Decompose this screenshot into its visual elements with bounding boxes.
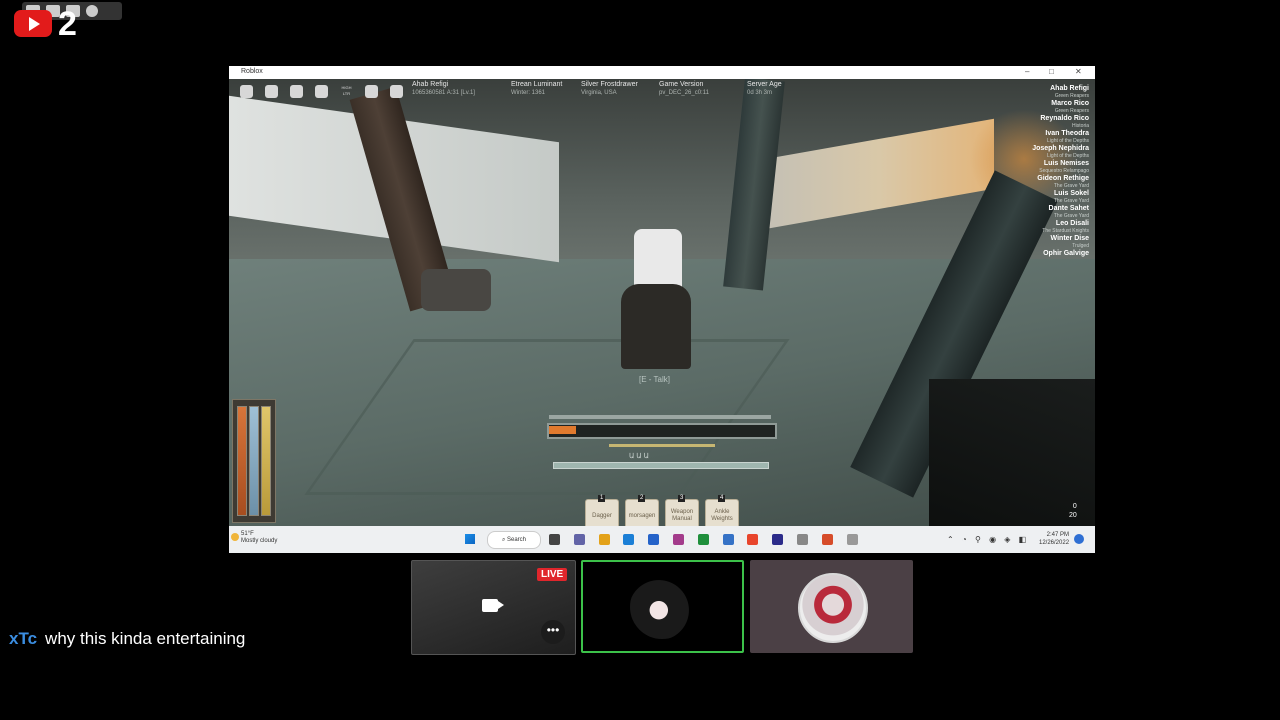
more-options-button[interactable]: •••	[541, 620, 565, 644]
stamina-bar	[553, 462, 769, 469]
taskbar-app-icon[interactable]	[623, 534, 635, 545]
player-list-entry[interactable]: Joseph Nephidra Light of the Depths	[989, 145, 1089, 159]
chat-message: xTc why this kinda entertaining	[9, 629, 245, 649]
roblox-menu-icon[interactable]	[240, 85, 253, 98]
scroll-icon[interactable]	[365, 85, 378, 98]
hud-info-server-age: Server Age 0d 3h 3m	[747, 81, 782, 96]
live-badge: LIVE	[537, 568, 568, 581]
chat-text: why this kinda entertaining	[45, 629, 246, 648]
taskbar-app-icon[interactable]	[747, 534, 759, 545]
pillar-base	[421, 269, 491, 311]
weather-widget[interactable]: 51°F Mostly cloudy	[241, 531, 277, 545]
health-bar	[237, 406, 247, 516]
posture-bar	[549, 415, 771, 419]
hotbar-slot-4[interactable]: 4 Ankle Weights	[705, 495, 739, 526]
high-ltr-icon[interactable]: HIGH LTR	[340, 85, 353, 98]
taskbar-app-icon[interactable]	[722, 534, 734, 545]
game-viewport[interactable]: [E - Talk] HIGH LTR Ahab Refigi 10653605…	[229, 79, 1095, 526]
notification-icon[interactable]	[1074, 534, 1084, 544]
stat-readout: 0 20	[1069, 503, 1077, 519]
player-character	[621, 284, 691, 369]
taskbar-clock[interactable]: 2:47 PM 12/26/2022	[1039, 531, 1069, 547]
taskbar-app-icon[interactable]	[772, 534, 784, 545]
chat-author: xTc	[9, 629, 38, 648]
hotbar-slot-1[interactable]: 1 Dagger	[585, 495, 619, 526]
ether-bar	[249, 406, 259, 516]
hud-info-character: Ahab Refigi 1065360581 A:31 [Lv.1]	[412, 81, 475, 96]
taskbar-app-icon[interactable]	[648, 534, 660, 545]
tempo-bar	[609, 444, 715, 447]
taskbar-search[interactable]: ⌕ Search	[487, 531, 541, 549]
player-list-entry[interactable]: Marco Rico Green Reapers	[989, 100, 1089, 114]
backpack-icon[interactable]	[290, 85, 303, 98]
player-list-entry[interactable]: Luis Nemises Sequestro Relampago	[989, 160, 1089, 174]
system-tray-icons[interactable]: ⌃ ◔ ⚲ ◉ ◈ ◧	[947, 535, 1029, 544]
window-titlebar: Roblox – □ ✕	[229, 66, 1095, 79]
avatar	[798, 573, 868, 643]
hotbar-slot-2[interactable]: 2 morsagen	[625, 495, 659, 526]
start-icon[interactable]	[465, 534, 475, 544]
taskbar-app-icon[interactable]	[697, 534, 709, 545]
close-button[interactable]: ✕	[1075, 67, 1082, 76]
hud-info-server: Silver Frostdrawer Virginia, USA	[581, 81, 638, 96]
music-icon[interactable]	[315, 85, 328, 98]
player-list-entry[interactable]: Luis Sokel The Grave Yard	[989, 190, 1089, 204]
hud-info-version: Game Version pv_DEC_26_c0:11	[659, 81, 709, 96]
taskbar-app-icon[interactable]	[846, 534, 858, 545]
avatar	[630, 575, 694, 639]
player-list-entry[interactable]: Leo Disali The Stardust Knights	[989, 220, 1089, 234]
minimize-button[interactable]: –	[1025, 67, 1029, 76]
player-list-entry[interactable]: Gideon Rethige The Grave Yard	[989, 175, 1089, 189]
taskbar-app-icon[interactable]	[821, 534, 833, 545]
chat-icon[interactable]	[265, 85, 278, 98]
youtube-logo-icon	[14, 10, 52, 37]
taskbar-app-icon[interactable]	[598, 534, 610, 545]
window-title: Roblox	[241, 68, 263, 75]
interact-prompt: [E - Talk]	[639, 375, 670, 384]
player-list-entry[interactable]: Ophir Galvige	[989, 250, 1089, 258]
top-hud: HIGH LTR Ahab Refigi 1065360581 A:31 [Lv…	[229, 79, 1095, 105]
hotbar-slot-3[interactable]: 3 Weapon Manual	[665, 495, 699, 526]
viewer-count: 2	[58, 5, 77, 43]
windows-taskbar: 51°F Mostly cloudy ⌕ Search ⌃ ◔ ⚲ ◉ ◈ ◧ …	[229, 526, 1095, 553]
player-list: Ahab Refigi Green Reapers Marco Rico Green …	[989, 85, 1089, 259]
taskbar-app-icon[interactable]	[797, 534, 808, 545]
player-list-entry[interactable]: Winter Dise Trulged	[989, 235, 1089, 249]
player-list-entry[interactable]: Ahab Refigi Green Reapers	[989, 85, 1089, 99]
taskbar-app-icon[interactable]	[549, 534, 560, 545]
player-list-entry[interactable]: Ivan Theodra Light of the Depths	[989, 130, 1089, 144]
taskbar-app-icon[interactable]	[673, 534, 684, 545]
status-bars	[232, 399, 276, 523]
hunger-bar	[261, 406, 271, 516]
cast-bar	[547, 423, 777, 439]
player-list-entry[interactable]: Dante Sahet The Grave Yard	[989, 205, 1089, 219]
gear-icon[interactable]	[86, 5, 98, 17]
roblox-window: Roblox – □ ✕ [E - Talk] HIGH LTR Ahab Re…	[229, 66, 1095, 553]
help-icon[interactable]	[390, 85, 403, 98]
video-camera-icon	[482, 599, 504, 612]
maximize-button[interactable]: □	[1049, 67, 1054, 76]
cast-bar-fill	[549, 426, 576, 434]
player-list-entry[interactable]: Reynaldo Rico Historia	[989, 115, 1089, 129]
taskbar-app-icon[interactable]	[573, 534, 585, 545]
weather-icon	[231, 533, 239, 541]
cast-label: Ա Ա Ա	[629, 453, 649, 460]
hud-info-race: Etrean Luminant Winter: 1361	[511, 81, 563, 96]
